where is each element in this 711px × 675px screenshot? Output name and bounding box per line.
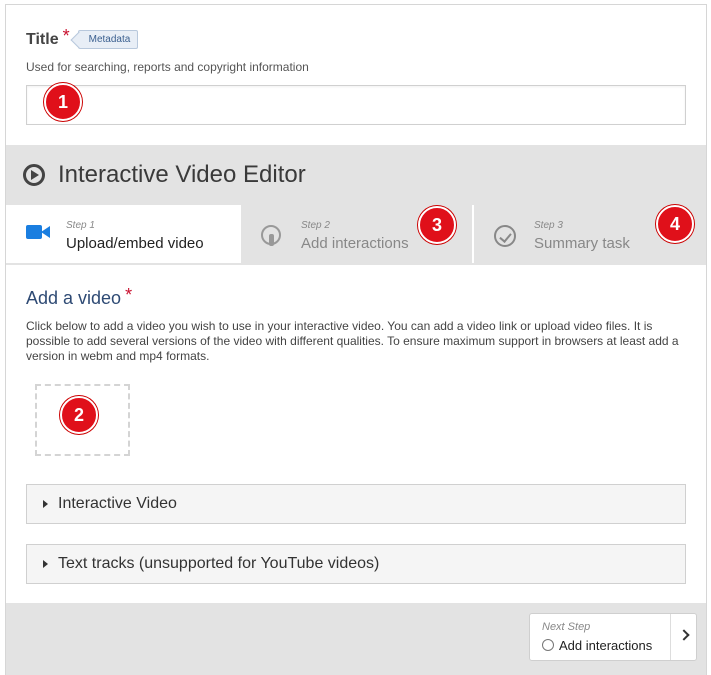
section-interactive-video[interactable]: Interactive Video <box>26 484 686 524</box>
tab-label: Add interactions <box>301 235 409 252</box>
tab-step-caption: Step 1 <box>66 220 95 231</box>
title-description: Used for searching, reports and copyrigh… <box>26 60 309 74</box>
divider <box>670 614 671 660</box>
caret-right-icon <box>43 560 48 568</box>
touch-icon <box>261 225 281 246</box>
required-mark: * <box>125 285 133 305</box>
tab-step-caption: Step 3 <box>534 220 563 231</box>
section-text-tracks[interactable]: Text tracks (unsupported for YouTube vid… <box>26 544 686 584</box>
annotation-marker-2: 2 <box>60 396 98 434</box>
title-label: Title <box>26 30 59 48</box>
metadata-button[interactable]: Metadata <box>77 30 139 49</box>
step-tabs: Step 1 Upload/embed video Step 2 Add int… <box>6 205 706 265</box>
title-input[interactable] <box>26 85 686 125</box>
tab-label: Summary task <box>534 235 630 252</box>
annotation-marker-3: 3 <box>418 206 456 244</box>
touch-icon <box>542 639 554 651</box>
caret-right-icon <box>43 500 48 508</box>
next-step-label: Add interactions <box>559 638 653 653</box>
title-row: Title * Metadata <box>26 26 139 50</box>
tab-label: Upload/embed video <box>66 235 204 252</box>
tab-step-caption: Step 2 <box>301 220 330 231</box>
next-step-caption: Next Step <box>542 621 591 633</box>
editor-title: Interactive Video Editor <box>58 161 306 188</box>
tab-upload-embed-video[interactable]: Step 1 Upload/embed video <box>6 205 239 263</box>
editor-header: Interactive Video Editor <box>6 145 706 205</box>
add-video-heading: Add a video * <box>26 285 133 309</box>
required-mark: * <box>62 26 70 46</box>
annotation-marker-1: 1 <box>44 83 82 121</box>
play-circle-icon <box>23 164 45 186</box>
check-circle-icon <box>494 225 516 247</box>
section-label: Text tracks (unsupported for YouTube vid… <box>58 555 380 572</box>
editor-footer: Next Step Add interactions <box>6 603 706 675</box>
annotation-marker-4: 4 <box>656 205 694 243</box>
add-video-description: Click below to add a video you wish to u… <box>26 319 679 363</box>
chevron-right-icon <box>678 629 690 641</box>
next-step-button[interactable]: Next Step Add interactions <box>529 613 697 661</box>
editor-frame: Title * Metadata Used for searching, rep… <box>5 4 707 675</box>
video-camera-icon <box>26 225 50 239</box>
add-video-label: Add a video <box>26 288 122 308</box>
section-label: Interactive Video <box>58 495 177 512</box>
